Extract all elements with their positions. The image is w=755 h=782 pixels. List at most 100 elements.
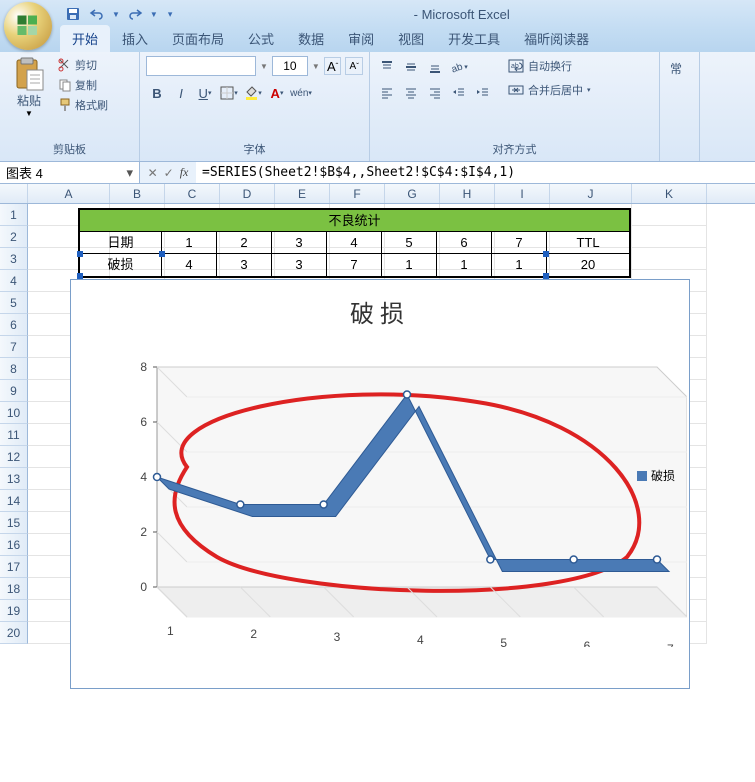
align-center-icon xyxy=(404,86,418,100)
chart-object[interactable]: 破损 024681234567破损 破损 xyxy=(70,279,690,689)
cancel-formula-icon[interactable]: ✕ xyxy=(148,166,158,180)
decrease-indent-button[interactable] xyxy=(448,82,470,104)
align-right-button[interactable] xyxy=(424,82,446,104)
row-header[interactable]: 3 xyxy=(0,248,28,270)
qat-undo-button[interactable] xyxy=(88,5,106,23)
column-header[interactable]: E xyxy=(275,184,330,203)
row-header[interactable]: 10 xyxy=(0,402,28,424)
align-middle-button[interactable] xyxy=(400,56,422,78)
table-header-cell: 7 xyxy=(492,232,547,254)
cut-button[interactable]: 剪切 xyxy=(56,56,110,74)
qat-redo-button[interactable] xyxy=(126,5,144,23)
align-top-button[interactable] xyxy=(376,56,398,78)
row-header[interactable]: 16 xyxy=(0,534,28,556)
svg-text:4: 4 xyxy=(140,470,147,484)
row-header[interactable]: 6 xyxy=(0,314,28,336)
select-all-corner[interactable] xyxy=(0,184,28,203)
orientation-button[interactable]: ab▾ xyxy=(448,56,470,78)
copy-button[interactable]: 复制 xyxy=(56,76,110,94)
svg-text:3: 3 xyxy=(334,630,341,644)
qat-save-button[interactable] xyxy=(64,5,82,23)
row-header[interactable]: 1 xyxy=(0,204,28,226)
row-header[interactable]: 11 xyxy=(0,424,28,446)
tab-开发工具[interactable]: 开发工具 xyxy=(436,25,512,52)
table-row-label: 破损 xyxy=(80,254,162,276)
paste-button[interactable]: 粘贴 ▼ xyxy=(6,56,52,118)
font-size-input[interactable] xyxy=(272,56,308,76)
tab-视图[interactable]: 视图 xyxy=(386,25,436,52)
format-painter-button[interactable]: 格式刷 xyxy=(56,96,110,114)
increase-indent-button[interactable] xyxy=(472,82,494,104)
column-header[interactable]: G xyxy=(385,184,440,203)
column-header[interactable]: D xyxy=(220,184,275,203)
italic-button[interactable]: I xyxy=(170,82,192,104)
enter-formula-icon[interactable]: ✓ xyxy=(164,166,174,180)
grow-font-button[interactable]: Aˆ xyxy=(324,57,342,75)
tab-页面布局[interactable]: 页面布局 xyxy=(160,25,236,52)
align-left-button[interactable] xyxy=(376,82,398,104)
column-header[interactable]: A xyxy=(28,184,110,203)
table-header-cell: 2 xyxy=(217,232,272,254)
row-header[interactable]: 20 xyxy=(0,622,28,644)
merge-center-button[interactable]: 合并后居中 ▾ xyxy=(504,80,595,100)
row-header[interactable]: 8 xyxy=(0,358,28,380)
svg-text:2: 2 xyxy=(140,525,147,539)
tab-开始[interactable]: 开始 xyxy=(60,25,110,52)
row-header[interactable]: 2 xyxy=(0,226,28,248)
row-header[interactable]: 19 xyxy=(0,600,28,622)
row-header[interactable]: 17 xyxy=(0,556,28,578)
row-header[interactable]: 7 xyxy=(0,336,28,358)
column-header[interactable]: F xyxy=(330,184,385,203)
qat-undo-dropdown[interactable]: ▼ xyxy=(112,10,120,19)
font-group-label: 字体 xyxy=(146,139,363,159)
cell[interactable] xyxy=(632,226,707,248)
column-header[interactable]: I xyxy=(495,184,550,203)
window-title: - Microsoft Excel xyxy=(172,7,751,22)
cell[interactable] xyxy=(632,248,707,270)
align-bottom-button[interactable] xyxy=(424,56,446,78)
row-header[interactable]: 12 xyxy=(0,446,28,468)
cell[interactable] xyxy=(632,204,707,226)
row-header[interactable]: 5 xyxy=(0,292,28,314)
row-header[interactable]: 13 xyxy=(0,468,28,490)
font-color-button[interactable]: A▾ xyxy=(266,82,288,104)
name-box[interactable]: 图表 4 ▾ xyxy=(0,162,140,183)
fill-color-button[interactable]: ▾ xyxy=(242,82,264,104)
border-button[interactable]: ▾ xyxy=(218,82,240,104)
column-header[interactable]: B xyxy=(110,184,165,203)
tab-公式[interactable]: 公式 xyxy=(236,25,286,52)
table-title: 不良统计 xyxy=(80,210,629,232)
bold-button[interactable]: B xyxy=(146,82,168,104)
align-center-button[interactable] xyxy=(400,82,422,104)
tab-审阅[interactable]: 审阅 xyxy=(336,25,386,52)
wrap-label: 自动换行 xyxy=(528,58,572,74)
table-data-cell: 4 xyxy=(162,254,217,276)
chart-plot: 024681234567破损 xyxy=(107,347,687,647)
row-header[interactable]: 14 xyxy=(0,490,28,512)
wrap-text-button[interactable]: ab 自动换行 xyxy=(504,56,595,76)
phonetic-button[interactable]: wén▾ xyxy=(290,82,312,104)
formula-bar[interactable]: =SERIES(Sheet2!$B$4,,Sheet2!$C$4:$I$4,1) xyxy=(196,162,755,183)
column-header[interactable]: H xyxy=(440,184,495,203)
column-header[interactable]: J xyxy=(550,184,632,203)
row-header[interactable]: 18 xyxy=(0,578,28,600)
undo-icon xyxy=(89,7,105,21)
fx-icon[interactable]: fx xyxy=(180,165,189,180)
column-header[interactable]: C xyxy=(165,184,220,203)
table-data-cell: 3 xyxy=(272,254,327,276)
column-header[interactable]: K xyxy=(632,184,707,203)
office-button[interactable] xyxy=(4,2,52,50)
row-header[interactable]: 15 xyxy=(0,512,28,534)
tab-福昕阅读器[interactable]: 福昕阅读器 xyxy=(512,25,601,52)
row-header[interactable]: 9 xyxy=(0,380,28,402)
qat-redo-dropdown[interactable]: ▼ xyxy=(150,10,158,19)
tab-数据[interactable]: 数据 xyxy=(286,25,336,52)
tab-插入[interactable]: 插入 xyxy=(110,25,160,52)
underline-button[interactable]: U▾ xyxy=(194,82,216,104)
row-header[interactable]: 4 xyxy=(0,270,28,292)
chart-title: 破损 xyxy=(71,294,689,329)
shrink-font-button[interactable]: Aˇ xyxy=(345,57,363,75)
bucket-icon xyxy=(244,86,258,100)
scissors-icon xyxy=(58,58,72,72)
font-name-input[interactable] xyxy=(146,56,256,76)
